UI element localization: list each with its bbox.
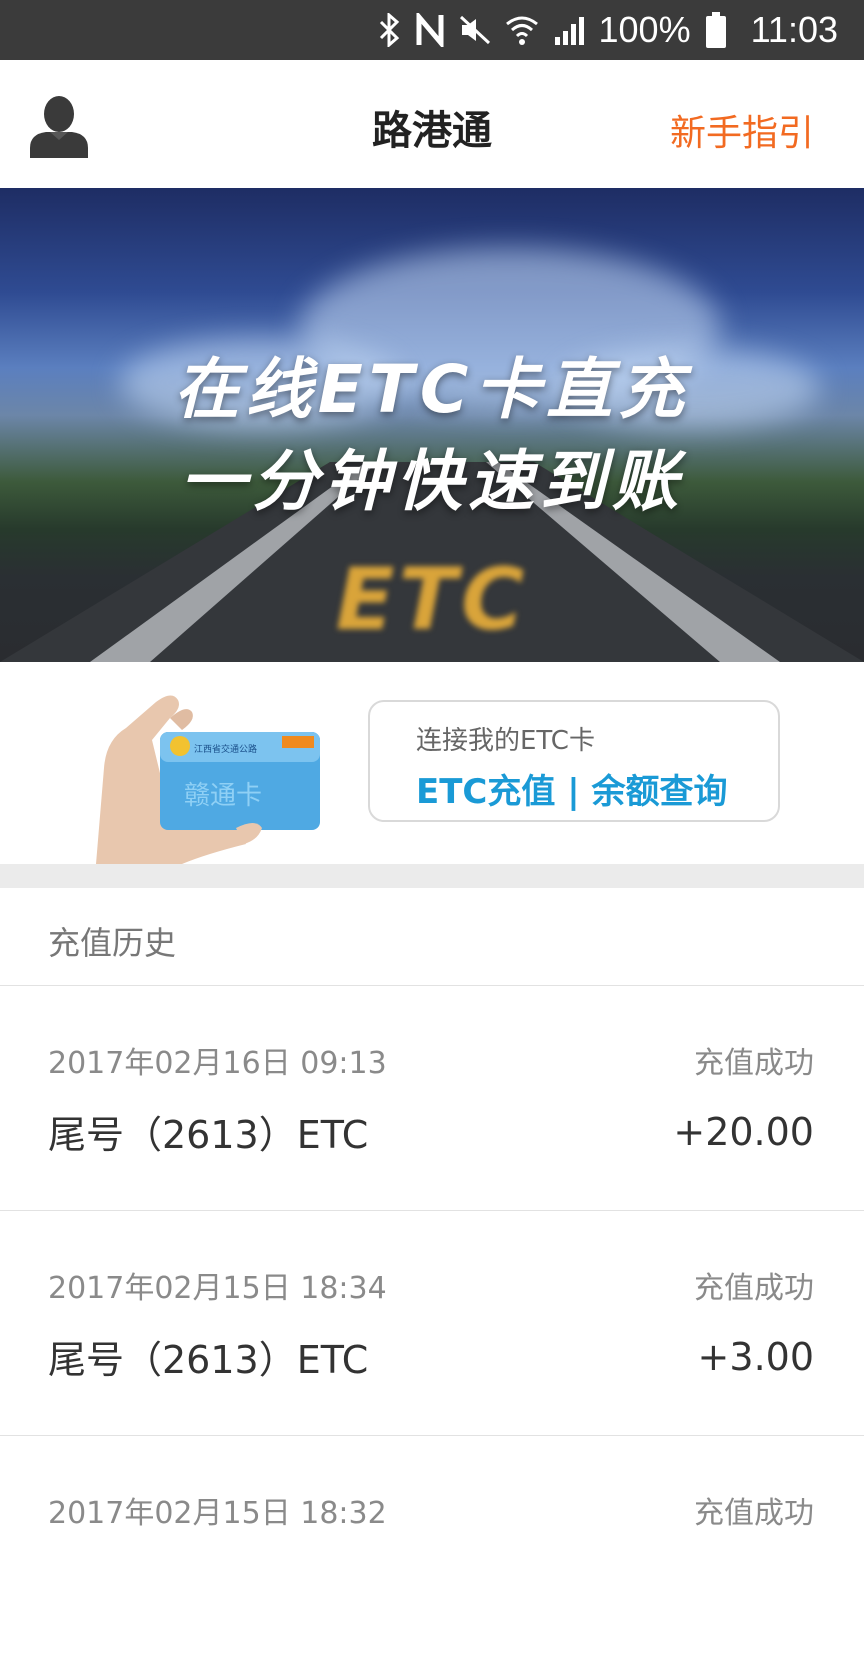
record-card: 尾号（2613）ETC (48, 1113, 369, 1157)
history-record[interactable]: 2017年02月16日 09:13 充值成功 尾号（2613）ETC +20.0… (0, 986, 864, 1211)
promo-banner[interactable]: 在线ETC卡直充 一分钟快速到账 ETC (0, 188, 864, 662)
record-card: 尾号（2613）ETC (48, 1338, 369, 1382)
clock: 11:03 (750, 9, 838, 50)
svg-text:江西省交通公路: 江西省交通公路 (194, 743, 257, 754)
battery-icon (705, 12, 727, 48)
record-status: 充值成功 (694, 1496, 814, 1531)
record-status: 充值成功 (694, 1046, 814, 1081)
history-record[interactable]: 2017年02月15日 18:32 充值成功 (0, 1436, 864, 1661)
section-divider (0, 864, 864, 888)
beginner-guide-link[interactable]: 新手指引 (670, 104, 814, 156)
hand-holding-card-image: 江西省交通公路 赣通卡 (96, 695, 320, 864)
etc-recharge-button[interactable]: 连接我的ETC卡 ETC充值 | 余额查询 (368, 700, 780, 822)
history-record[interactable]: 2017年02月15日 18:34 充值成功 尾号（2613）ETC +3.00 (0, 1211, 864, 1436)
etc-card-section: 江西省交通公路 赣通卡 连接我的ETC卡 ETC充值 | 余额查询 (0, 662, 864, 864)
signal-icon (553, 15, 585, 45)
battery-percent: 100% (598, 9, 691, 50)
record-date: 2017年02月15日 18:32 (48, 1496, 387, 1531)
record-date: 2017年02月16日 09:13 (48, 1046, 387, 1081)
app-header: 路港通 新手指引 (0, 60, 864, 188)
connect-etc-label: 连接我的ETC卡 (416, 726, 595, 756)
mute-icon (459, 15, 491, 45)
status-bar: 100% 11:03 (0, 0, 864, 60)
record-status: 充值成功 (694, 1271, 814, 1306)
record-amount: +3.00 (697, 1335, 814, 1379)
wifi-icon (505, 14, 539, 46)
banner-headline: 在线ETC卡直充 (173, 351, 691, 428)
recharge-history-header: 充值历史 (0, 888, 864, 986)
record-amount: +20.00 (673, 1110, 814, 1154)
bluetooth-icon (377, 13, 401, 47)
nfc-icon (415, 13, 445, 47)
record-date: 2017年02月15日 18:34 (48, 1271, 387, 1306)
history-title: 充值历史 (48, 924, 177, 962)
recharge-balance-label: ETC充值 | 余额查询 (416, 772, 728, 812)
road-etc-marking: ETC (335, 550, 529, 650)
card-image-text: 赣通卡 (184, 781, 262, 811)
banner-subheadline: 一分钟快速到账 (180, 443, 684, 520)
